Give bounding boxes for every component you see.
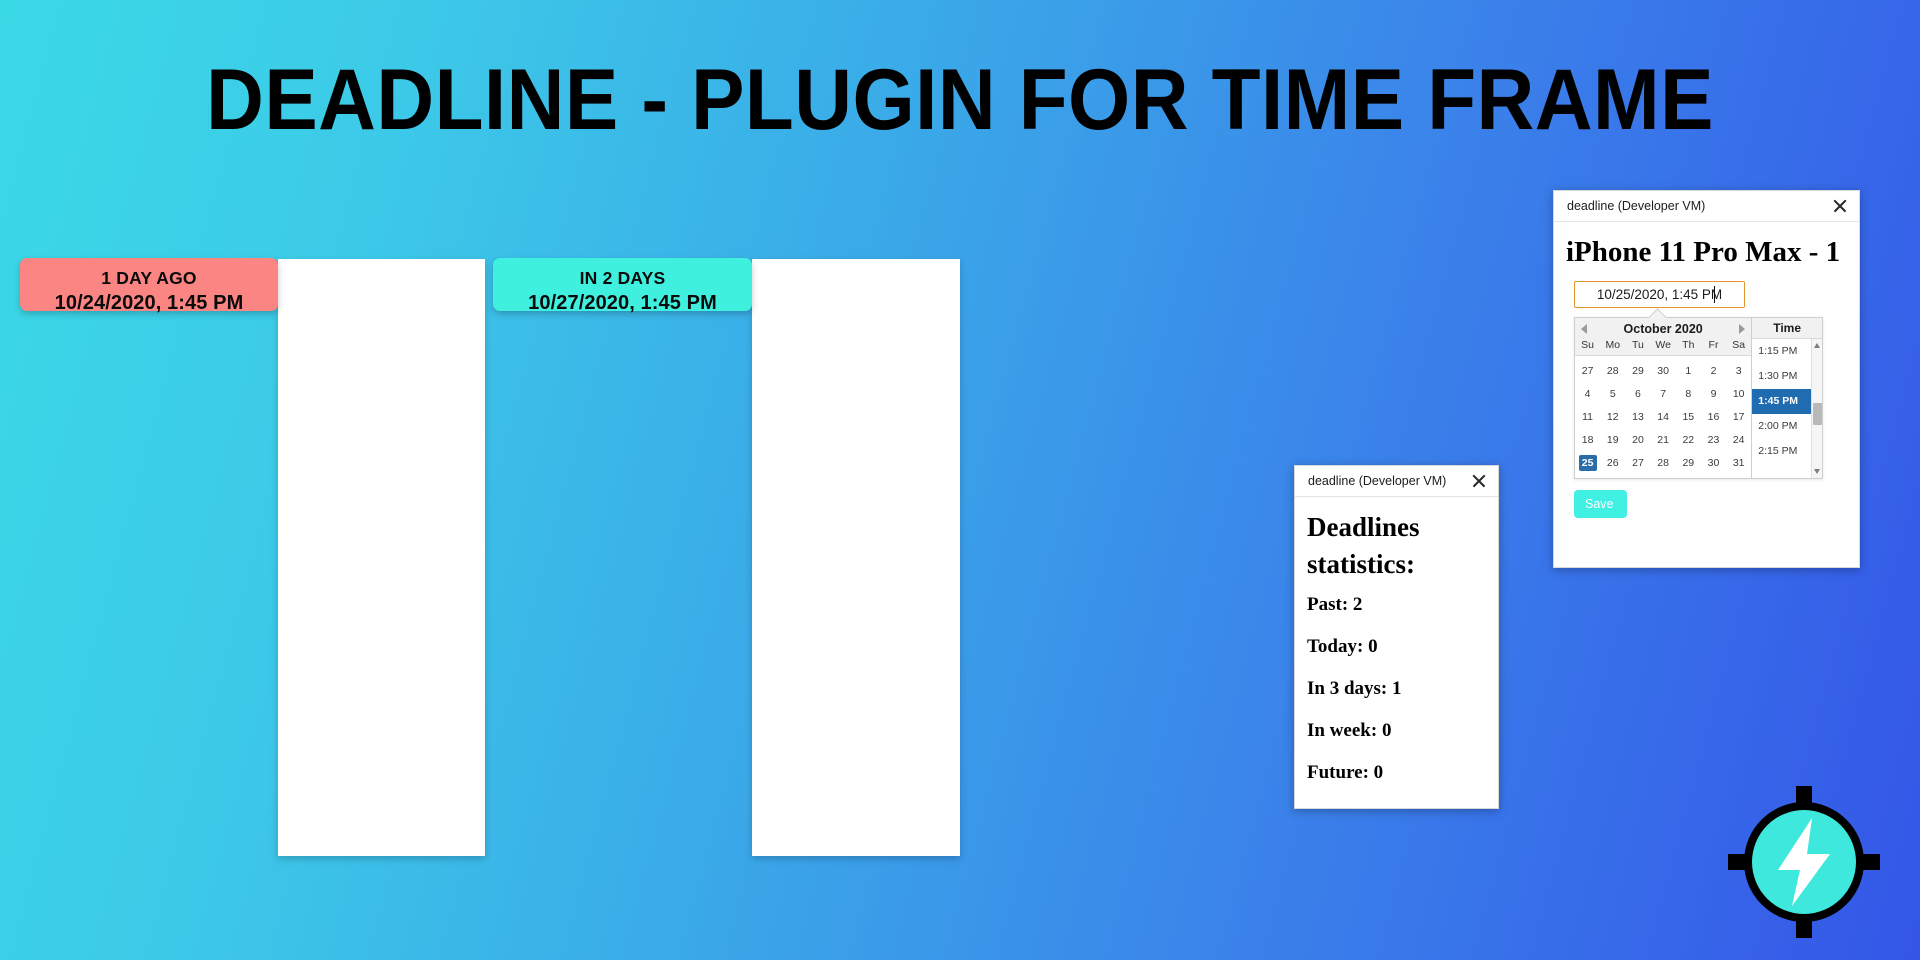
calendar-day[interactable]: 4 xyxy=(1575,386,1600,402)
calendar-day[interactable]: 16 xyxy=(1701,409,1726,425)
datepicker-window: deadline (Developer VM) iPhone 11 Pro Ma… xyxy=(1553,190,1860,568)
calendar-day[interactable]: 6 xyxy=(1625,386,1650,402)
deadline-card-label: 1 DAY AGO xyxy=(101,268,197,288)
statistics-window: deadline (Developer VM) Deadlines statis… xyxy=(1294,465,1499,809)
text-caret xyxy=(1714,286,1716,303)
close-icon[interactable] xyxy=(1469,471,1489,491)
calendar-day[interactable]: 23 xyxy=(1701,432,1726,448)
calendar-day[interactable]: 31 xyxy=(1726,455,1751,471)
calendar-day[interactable]: 22 xyxy=(1676,432,1701,448)
datepicker-body: iPhone 11 Pro Max - 1 October 2020 Su Mo T… xyxy=(1554,222,1859,528)
calendar: October 2020 Su Mo Tu We Th Fr Sa 27 28 29 30 1 2 3 4… xyxy=(1575,318,1753,478)
caret-up-icon[interactable] xyxy=(1814,343,1820,348)
calendar-day[interactable]: 1 xyxy=(1676,363,1701,379)
calendar-day[interactable]: 27 xyxy=(1625,455,1650,471)
close-icon[interactable] xyxy=(1830,196,1850,216)
datepicker-titlebar[interactable]: deadline (Developer VM) xyxy=(1554,191,1859,222)
calendar-day[interactable]: 29 xyxy=(1676,455,1701,471)
scrollbar-thumb[interactable] xyxy=(1813,403,1822,425)
stat-row-future: Future: 0 xyxy=(1307,762,1384,783)
stat-row-inweek: In week: 0 xyxy=(1307,720,1392,741)
time-column: Time 1:15 PM 1:30 PM 1:45 PM 2:00 PM 2:15 PM xyxy=(1752,318,1822,478)
deadline-logo-icon xyxy=(1728,786,1880,938)
calendar-weekday-row: Su Mo Tu We Th Fr Sa xyxy=(1575,339,1752,356)
calendar-day[interactable]: 21 xyxy=(1651,432,1676,448)
deadline-panel-past xyxy=(278,259,485,856)
calendar-day[interactable]: 19 xyxy=(1600,432,1625,448)
calendar-day[interactable]: 15 xyxy=(1676,409,1701,425)
calendar-weekday: Th xyxy=(1682,339,1695,351)
calendar-day[interactable]: 20 xyxy=(1625,432,1650,448)
calendar-day[interactable]: 2 xyxy=(1701,363,1726,379)
stat-row-in3days: In 3 days: 1 xyxy=(1307,678,1402,699)
calendar-day[interactable]: 17 xyxy=(1726,409,1751,425)
calendar-day-grid: 27 28 29 30 1 2 3 4 5 6 7 8 9 10 11 12 13 14 15 16 17 18 19 20 2… xyxy=(1575,356,1751,478)
calendar-weekday: Sa xyxy=(1732,339,1746,351)
deadline-card-past[interactable]: 1 DAY AGO 10/24/2020, 1:45 PM xyxy=(20,258,278,314)
deadline-card-date: 10/27/2020, 1:45 PM xyxy=(528,292,717,314)
time-column-header: Time xyxy=(1752,318,1822,339)
statistics-titlebar[interactable]: deadline (Developer VM) xyxy=(1295,466,1498,497)
calendar-day[interactable]: 3 xyxy=(1726,363,1751,379)
calendar-weekday: Tu xyxy=(1632,339,1644,351)
calendar-day[interactable]: 11 xyxy=(1575,409,1600,425)
deadline-card-label: IN 2 DAYS xyxy=(579,268,666,288)
date-input-wrapper xyxy=(1564,281,1849,308)
date-input[interactable] xyxy=(1574,281,1745,308)
calendar-weekday: We xyxy=(1655,339,1671,351)
calendar-day[interactable]: 8 xyxy=(1676,386,1701,402)
time-list: 1:15 PM 1:30 PM 1:45 PM 2:00 PM 2:15 PM xyxy=(1752,339,1811,478)
calendar-day[interactable]: 7 xyxy=(1651,386,1676,402)
datepicker-heading: iPhone 11 Pro Max - 1 xyxy=(1566,236,1841,268)
time-option[interactable]: 2:00 PM xyxy=(1752,414,1811,439)
deadline-card-date: 10/24/2020, 1:45 PM xyxy=(54,292,244,314)
time-option[interactable]: 1:15 PM xyxy=(1752,339,1811,364)
calendar-day[interactable]: 5 xyxy=(1600,386,1625,402)
datepicker-window-title: deadline (Developer VM) xyxy=(1567,199,1706,213)
calendar-day-selected[interactable]: 25 xyxy=(1578,454,1597,471)
calendar-day[interactable]: 18 xyxy=(1575,432,1600,448)
calendar-weekday: Su xyxy=(1581,339,1594,351)
statistics-body: Deadlines statistics: Past: 2 Today: 0 I… xyxy=(1295,497,1498,813)
calendar-day[interactable]: 29 xyxy=(1625,363,1650,379)
calendar-weekday: Mo xyxy=(1605,339,1621,351)
calendar-day[interactable]: 28 xyxy=(1651,455,1676,471)
calendar-month-label: October 2020 xyxy=(1623,321,1703,336)
calendar-header: October 2020 xyxy=(1575,318,1752,339)
time-list-wrapper: 1:15 PM 1:30 PM 1:45 PM 2:00 PM 2:15 PM xyxy=(1752,339,1822,478)
calendar-day[interactable]: 30 xyxy=(1651,363,1676,379)
statistics-window-title: deadline (Developer VM) xyxy=(1308,474,1447,488)
statistics-heading: Deadlines statistics: xyxy=(1307,512,1420,579)
time-option[interactable]: 2:15 PM xyxy=(1752,439,1811,464)
datepicker-popup: October 2020 Su Mo Tu We Th Fr Sa 27 28 29 30 1 2 3 4… xyxy=(1574,317,1823,479)
calendar-day[interactable]: 27 xyxy=(1575,363,1600,379)
page-title: DEADLINE - PLUGIN FOR TIME FRAME xyxy=(206,52,1714,148)
deadline-panel-upcoming xyxy=(752,259,960,856)
calendar-day[interactable]: 14 xyxy=(1651,409,1676,425)
stat-row-past: Past: 2 xyxy=(1307,594,1363,615)
calendar-day[interactable]: 9 xyxy=(1701,386,1726,402)
calendar-day[interactable]: 12 xyxy=(1600,409,1625,425)
app-stage: DEADLINE - PLUGIN FOR TIME FRAME 1 DAY A… xyxy=(0,0,1920,960)
caret-down-icon[interactable] xyxy=(1814,469,1820,474)
calendar-day[interactable]: 13 xyxy=(1625,409,1650,425)
calendar-day[interactable]: 26 xyxy=(1600,455,1625,471)
stat-row-today: Today: 0 xyxy=(1307,636,1378,657)
deadline-logo xyxy=(1726,784,1882,940)
calendar-weekday: Fr xyxy=(1708,339,1719,351)
calendar-day[interactable]: 10 xyxy=(1726,386,1751,402)
chevron-right-icon[interactable] xyxy=(1739,323,1746,334)
calendar-day[interactable]: 24 xyxy=(1726,432,1751,448)
save-button[interactable]: Save xyxy=(1574,490,1627,518)
time-option[interactable]: 1:30 PM xyxy=(1752,364,1811,389)
calendar-day[interactable]: 30 xyxy=(1701,455,1726,471)
deadline-card-upcoming[interactable]: IN 2 DAYS 10/27/2020, 1:45 PM xyxy=(493,258,752,314)
time-scrollbar[interactable] xyxy=(1811,339,1822,478)
calendar-day[interactable]: 28 xyxy=(1600,363,1625,379)
time-option-selected[interactable]: 1:45 PM xyxy=(1752,389,1811,414)
